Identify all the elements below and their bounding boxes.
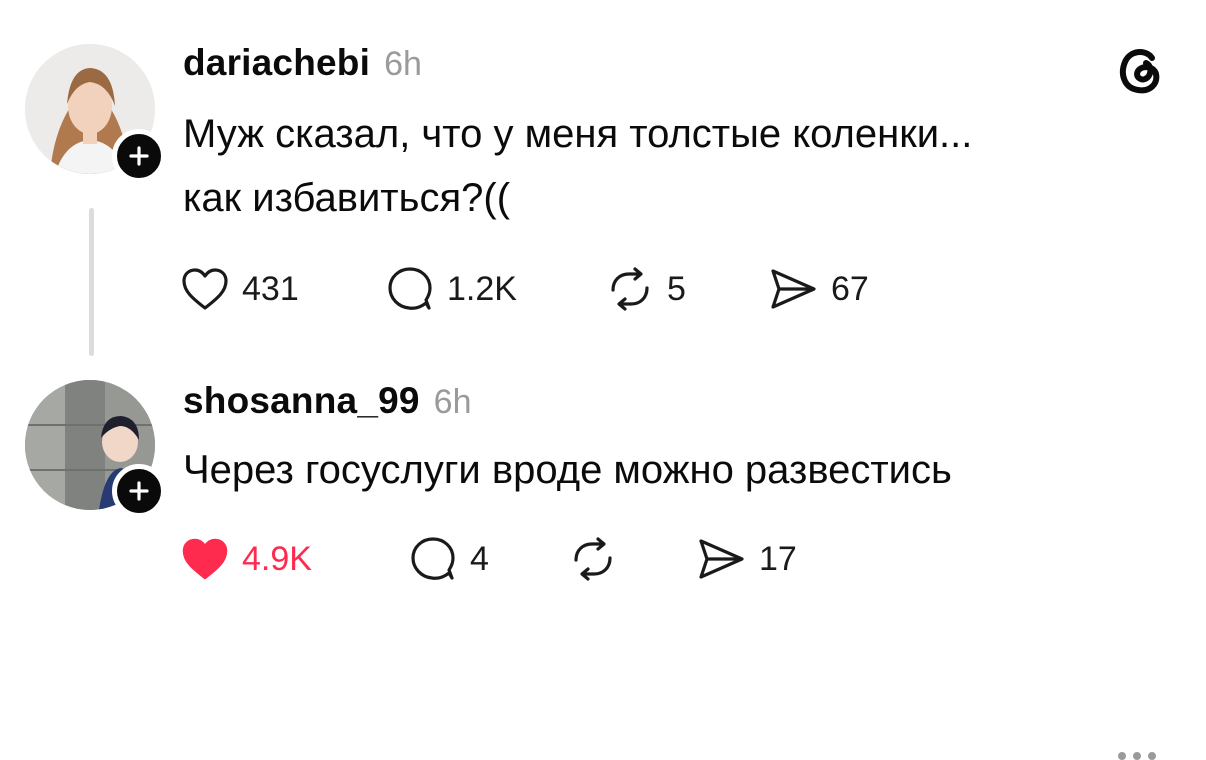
reply-button[interactable]: 4: [408, 535, 568, 583]
threads-logo-icon[interactable]: [1116, 44, 1166, 101]
comment-icon: [388, 267, 432, 310]
heart-icon: [182, 538, 228, 580]
more-options-icon[interactable]: [1118, 752, 1156, 760]
username[interactable]: shosanna_99: [183, 380, 420, 422]
post-text-line: Муж сказал, что у меня толстые коленки..…: [183, 112, 973, 156]
like-button[interactable]: 4.9K: [180, 536, 408, 582]
timestamp: 6h: [433, 383, 472, 421]
like-button[interactable]: 431: [180, 266, 385, 312]
comment-icon: [411, 537, 455, 580]
repost-icon: [611, 267, 649, 311]
repost-count: 5: [667, 269, 686, 308]
heart-icon: [182, 268, 228, 310]
send-icon: [699, 539, 744, 579]
share-count: 17: [759, 539, 797, 578]
post: dariachebi 6h Муж сказал, что у меня тол…: [0, 0, 1206, 360]
like-count: 4.9K: [242, 539, 312, 578]
reply-count: 1.2K: [447, 269, 517, 308]
reply-count: 4: [470, 539, 489, 578]
post-actions: 431 1.2K 5 67: [180, 265, 869, 313]
post-header: dariachebi 6h: [183, 42, 422, 84]
follow-button[interactable]: [112, 464, 166, 518]
plus-icon: [129, 146, 149, 166]
post-text: Через госуслуги вроде можно развестись: [183, 438, 952, 502]
post-actions: 4.9K 4 17: [180, 535, 797, 583]
post-header: shosanna_99 6h: [183, 380, 471, 422]
post-text-line: Через госуслуги вроде можно развестись: [183, 448, 952, 492]
share-count: 67: [831, 269, 869, 308]
username[interactable]: dariachebi: [183, 42, 370, 84]
post: shosanna_99 6h Через госуслуги вроде мож…: [0, 360, 1206, 760]
send-icon: [771, 269, 816, 309]
like-count: 431: [242, 269, 299, 308]
timestamp: 6h: [384, 45, 422, 83]
thread-connector-line: [89, 208, 94, 356]
repost-button[interactable]: 5: [605, 266, 767, 312]
post-text-line: как избавиться?((: [183, 176, 511, 220]
repost-icon: [574, 537, 612, 581]
repost-button[interactable]: [568, 536, 695, 582]
share-button[interactable]: 17: [695, 536, 797, 582]
reply-button[interactable]: 1.2K: [385, 265, 605, 313]
post-text: Муж сказал, что у меня толстые коленки..…: [183, 102, 972, 230]
plus-icon: [129, 481, 149, 501]
share-button[interactable]: 67: [767, 266, 869, 312]
follow-button[interactable]: [112, 129, 166, 183]
